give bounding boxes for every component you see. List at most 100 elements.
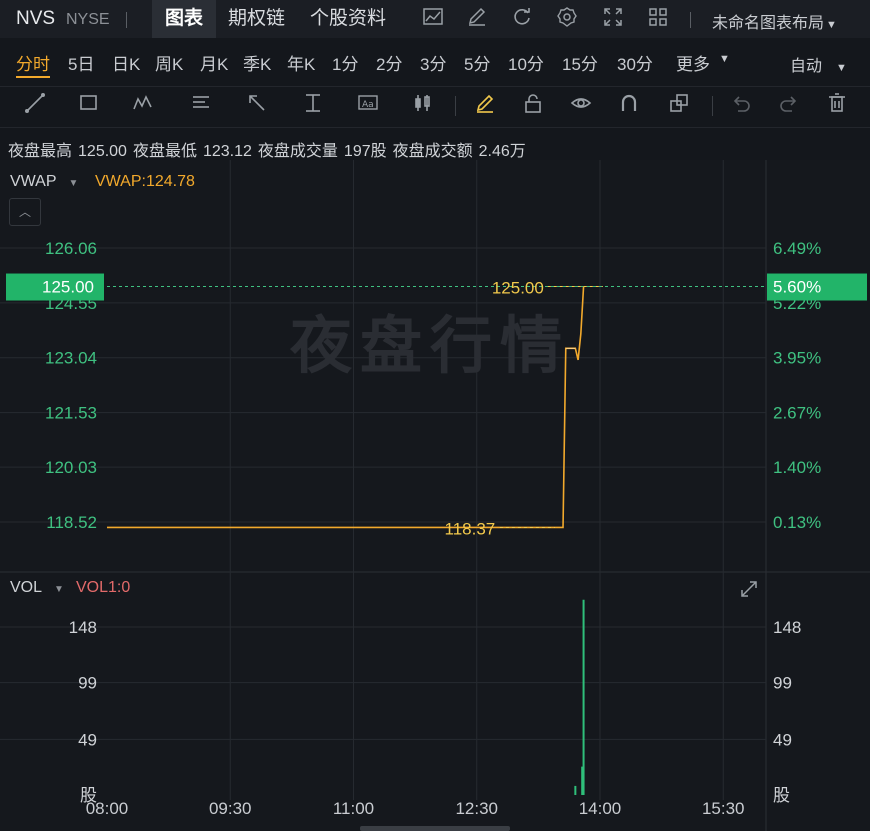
period-14[interactable]: 更多 — [676, 50, 710, 75]
candle-icon[interactable] — [410, 92, 436, 118]
chevron-down-icon: ▼ — [826, 19, 837, 31]
pct-tick-label: 6.49% — [773, 239, 821, 258]
period-2[interactable]: 日K — [112, 50, 140, 75]
period-8[interactable]: 2分 — [376, 50, 402, 75]
stat-value: 123.12 — [202, 143, 252, 160]
stat-label: 夜盘最高 — [8, 143, 73, 160]
grid-layout-icon[interactable] — [645, 6, 671, 32]
svg-text:Aa: Aa — [362, 100, 374, 110]
header-divider — [126, 12, 127, 28]
x-tick-label: 11:00 — [333, 799, 374, 818]
period-1[interactable]: 5日 — [68, 50, 94, 75]
x-tick-label: 14:00 — [579, 799, 622, 818]
edit-icon[interactable] — [464, 6, 490, 32]
undo-icon[interactable] — [728, 92, 754, 118]
volume-value: VOL1:0 — [76, 579, 131, 596]
ticker-symbol: NVS — [16, 8, 56, 29]
period-12[interactable]: 15分 — [562, 50, 598, 75]
tab-stock-profile[interactable]: 个股资料 — [310, 6, 386, 32]
period-5[interactable]: 季K — [243, 50, 271, 75]
chevron-down-icon: ▼ — [68, 178, 79, 189]
expand-icon[interactable] — [738, 578, 760, 600]
pen-icon[interactable] — [472, 92, 498, 118]
x-tick-label: 15:30 — [702, 799, 745, 818]
chevron-down-icon: ▼ — [719, 53, 730, 65]
price-annotation: 118.37 — [445, 519, 496, 538]
scale-mode-label: 自动 — [790, 58, 823, 75]
period-10[interactable]: 5分 — [464, 50, 490, 75]
x-tick-label: 09:30 — [209, 799, 252, 818]
fullscreen-icon[interactable] — [600, 6, 626, 32]
toolbar-divider — [455, 96, 456, 116]
current-price-text: 125.00 — [42, 278, 94, 297]
horizontal-scrollbar[interactable] — [360, 826, 510, 831]
period-9[interactable]: 3分 — [420, 50, 446, 75]
exchange-label: NYSE — [66, 11, 110, 28]
vol-y-tick-label: 148 — [69, 618, 97, 637]
volume-bar — [574, 785, 577, 795]
period-7[interactable]: 1分 — [332, 50, 358, 75]
pct-tick-label: 3.95% — [773, 349, 821, 368]
volume-indicator-selector[interactable]: VOL ▼ — [10, 579, 64, 597]
vol-y-tick-label: 股 — [80, 786, 97, 805]
y-tick-label: 123.04 — [45, 349, 97, 368]
stat-value: 2.46万 — [478, 143, 526, 160]
chart-line-icon[interactable] — [420, 6, 446, 32]
trend-line-icon[interactable] — [22, 92, 48, 118]
vwap-value: VWAP:124.78 — [95, 173, 195, 190]
y-tick-label: 118.52 — [46, 513, 97, 532]
night-session-stats: 夜盘最高 125.00 夜盘最低 123.12 夜盘成交量 197股 夜盘成交额 2.46万 — [8, 137, 532, 161]
arrow-icon[interactable] — [244, 92, 270, 118]
lock-icon[interactable] — [520, 92, 546, 118]
period-4[interactable]: 月K — [200, 50, 228, 75]
stat-label: 夜盘成交额 — [392, 143, 473, 160]
collapse-button[interactable]: ︿ — [9, 198, 41, 226]
volume-bar — [582, 599, 585, 795]
active-period-underline — [16, 76, 50, 78]
layout-name: 未命名图表布局 — [712, 15, 825, 32]
chart-background — [0, 160, 870, 831]
pct-tick-label: 2.67% — [773, 404, 821, 423]
pct-tick-label: 1.40% — [773, 458, 821, 477]
tab-chart[interactable]: 图表 — [152, 0, 216, 38]
header-divider — [690, 12, 691, 28]
indicator-selector[interactable]: VWAP ▼ — [10, 173, 78, 191]
text-icon[interactable]: Aa — [355, 92, 381, 118]
chevron-up-icon: ︿ — [18, 205, 31, 219]
pattern-icon[interactable] — [130, 92, 156, 118]
scale-mode-selector[interactable]: 自动 ▼ — [790, 52, 847, 76]
fib-icon[interactable] — [188, 92, 214, 118]
x-tick-label: 12:30 — [455, 799, 498, 818]
stat-value: 197股 — [343, 143, 387, 160]
stat-value: 125.00 — [78, 143, 127, 160]
current-pct-text: 5.60% — [773, 278, 821, 297]
tab-options-chain[interactable]: 期权链 — [228, 6, 285, 32]
vol-y-tick-label-right: 股 — [773, 786, 790, 805]
measure-icon[interactable] — [300, 92, 326, 118]
chevron-down-icon: ▼ — [54, 584, 64, 595]
intraday-chart[interactable]: 08:00 09:30 11:00 12:30 14:00 15:30126.06 6.49… — [0, 160, 870, 831]
rectangle-icon[interactable] — [76, 92, 102, 118]
chevron-down-icon: ▼ — [836, 62, 847, 74]
refresh-icon[interactable] — [509, 6, 535, 32]
period-11[interactable]: 10分 — [508, 50, 544, 75]
indicator-name: VWAP — [10, 173, 57, 190]
y-tick-label: 126.06 — [45, 239, 97, 258]
period-13[interactable]: 30分 — [617, 50, 653, 75]
vol-y-tick-label-right: 148 — [773, 618, 801, 637]
period-0[interactable]: 分时 — [16, 50, 50, 75]
volume-indicator-name: VOL — [10, 579, 43, 596]
y-tick-label: 120.03 — [45, 458, 97, 477]
period-3[interactable]: 周K — [155, 50, 183, 75]
toolbar-divider — [712, 96, 713, 116]
redo-icon[interactable] — [776, 92, 802, 118]
period-6[interactable]: 年K — [287, 50, 315, 75]
watermark: 夜盘行情 — [290, 312, 571, 381]
gear-icon[interactable] — [554, 6, 580, 32]
eye-icon[interactable] — [568, 92, 594, 118]
y-tick-label: 121.53 — [45, 404, 97, 423]
magnet-icon[interactable] — [616, 92, 642, 118]
trash-icon[interactable] — [824, 92, 850, 118]
layout-selector[interactable]: 未命名图表布局 ▼ — [712, 9, 837, 33]
clone-icon[interactable] — [666, 92, 692, 118]
